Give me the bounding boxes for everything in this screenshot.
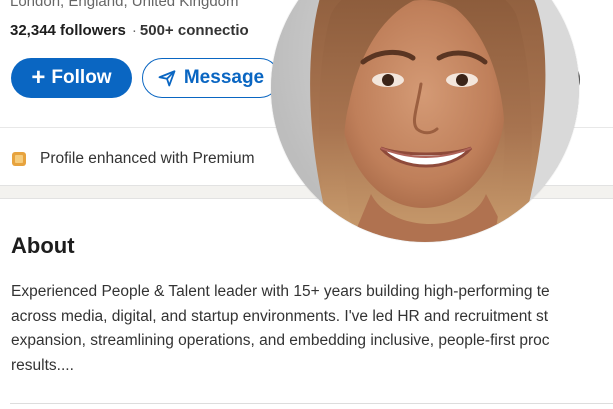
profile-photo[interactable] bbox=[271, 0, 579, 242]
stats-separator: · bbox=[131, 22, 137, 39]
follow-label: Follow bbox=[51, 67, 112, 88]
message-label: Message bbox=[183, 67, 265, 88]
avatar-illustration bbox=[271, 0, 579, 242]
about-line[interactable]: results.... bbox=[11, 354, 613, 379]
profile-location: London, England, United Kingdom bbox=[10, 0, 239, 10]
plus-icon: + bbox=[31, 64, 46, 91]
connections-count[interactable]: 500+ connectio bbox=[140, 22, 249, 39]
about-text: Experienced People & Talent leader with … bbox=[11, 280, 613, 378]
about-line: Experienced People & Talent leader with … bbox=[11, 283, 550, 300]
follow-button[interactable]: + Follow bbox=[11, 58, 132, 98]
send-icon bbox=[158, 70, 176, 87]
card-bottom-border bbox=[10, 403, 613, 404]
message-button[interactable]: Message bbox=[142, 58, 280, 98]
about-line: expansion, streamlining operations, and … bbox=[11, 332, 550, 349]
profile-stats: 32,344 followers · 500+ connectio bbox=[10, 22, 249, 39]
premium-badge: Profile enhanced with Premium bbox=[12, 150, 255, 168]
followers-count: 32,344 followers bbox=[10, 22, 126, 39]
about-line: across media, digital, and startup envir… bbox=[11, 307, 549, 325]
about-heading: About bbox=[11, 233, 75, 258]
premium-icon bbox=[12, 152, 26, 166]
premium-text: Profile enhanced with Premium bbox=[40, 150, 255, 167]
